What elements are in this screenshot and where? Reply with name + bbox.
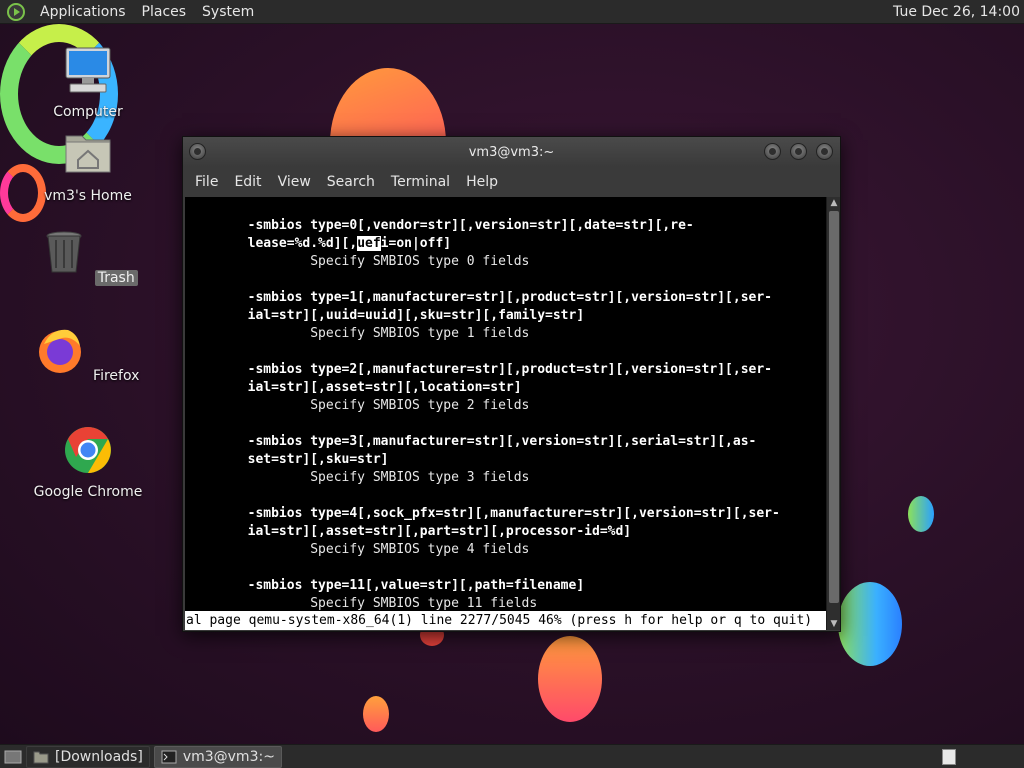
terminal-icon [161,750,177,763]
folder-icon [33,751,49,763]
firefox-icon [38,329,81,373]
terminal-line: Specify SMBIOS type 11 fields [185,596,538,611]
terminal-line: -smbios type=2[,manufacturer=str][,produ… [185,362,772,377]
menu-help[interactable]: Help [458,167,506,197]
scrollbar-thumb[interactable] [829,211,839,603]
terminal-output[interactable]: -smbios type=0[,vendor=str][,version=str… [185,197,826,611]
desktop-icon-label: Computer [53,104,123,120]
desktop-icon-label: vm3's Home [44,188,132,204]
terminal-line: Specify SMBIOS type 1 fields [185,326,530,341]
workspace-switcher[interactable] [942,748,956,765]
desktop-icon-home[interactable]: vm3's Home [28,128,148,204]
close-button[interactable] [816,143,833,160]
terminal-scrollbar[interactable]: ▲ ▼ [826,197,840,630]
wallpaper-blob [838,582,902,666]
terminal-line: -smbios type=3[,manufacturer=str][,versi… [185,434,757,449]
pager-status-line: al page qemu-system-x86_64(1) line 2277/… [185,611,826,630]
terminal-text: -smbios type=0[,vendor=str][,version=str… [185,197,826,611]
menu-edit[interactable]: Edit [226,167,269,197]
trash-icon [46,231,82,273]
search-match-highlight: uef [357,236,381,251]
scroll-up-arrow-icon[interactable]: ▲ [829,198,839,208]
terminal-line: -smbios type=11[,value=str][,path=filena… [185,578,585,593]
menu-terminal[interactable]: Terminal [383,167,458,197]
minimize-button[interactable] [764,143,781,160]
desktop-icon-label: Trash [94,270,138,286]
terminal-line: Specify SMBIOS type 2 fields [185,398,530,413]
computer-icon [65,47,111,93]
places-menu[interactable]: Places [134,0,195,24]
scroll-down-arrow-icon[interactable]: ▼ [829,619,839,629]
terminal-line: Specify SMBIOS type 3 fields [185,470,530,485]
terminal-menubar: File Edit View Search Terminal Help [183,167,840,197]
maximize-button[interactable] [790,143,807,160]
home-folder-icon [65,135,111,173]
taskbar-item-label: [Downloads] [55,748,143,765]
wallpaper-blob [538,636,602,722]
window-titlebar[interactable]: vm3@vm3:~ [183,137,840,167]
terminal-window[interactable]: vm3@vm3:~ File Edit View Search Terminal… [182,136,841,632]
terminal-line: set=str][,sku=str] [185,452,389,467]
bottom-panel: [Downloads] vm3@vm3:~ [0,744,1024,768]
menu-file[interactable]: File [187,167,226,197]
system-menu[interactable]: System [194,0,262,24]
clock[interactable]: Tue Dec 26, 14:00 [893,4,1024,20]
terminal-line: -smbios type=4[,sock_pfx=str][,manufactu… [185,506,780,521]
desktop-icon-label: Firefox [93,368,140,384]
desktop-icon-label: Google Chrome [33,484,143,500]
terminal-line: ial=str][,asset=str][,location=str] [185,380,522,395]
top-panel: Applications Places System Tue Dec 26, 1… [0,0,1024,24]
menu-search[interactable]: Search [319,167,383,197]
terminal-line: lease=%d.%d][,uefi=on|off] [185,236,452,251]
terminal-line: -smbios type=0[,vendor=str][,version=str… [185,218,694,233]
taskbar-item-downloads[interactable]: [Downloads] [26,745,150,768]
wallpaper-blob [908,496,934,532]
desktop-icon-computer[interactable]: Computer [28,44,148,120]
taskbar-item-label: vm3@vm3:~ [182,748,275,765]
wallpaper-blob [363,696,389,732]
terminal-line: ial=str][,uuid=uuid][,sku=str][,family=s… [185,308,585,323]
applications-menu[interactable]: Applications [32,0,134,24]
desktop-icon-chrome[interactable]: Google Chrome [28,424,148,500]
taskbar-item-terminal[interactable]: vm3@vm3:~ [153,745,282,768]
window-title: vm3@vm3:~ [468,144,555,160]
terminal-line: -smbios type=1[,manufacturer=str][,produ… [185,290,772,305]
show-desktop-icon[interactable] [4,749,22,765]
chrome-icon [65,427,111,473]
desktop-icon-trash[interactable]: Trash [28,226,148,286]
terminal-line: Specify SMBIOS type 0 fields [185,254,530,269]
terminal-line: ial=str][,asset=str][,part=str][,process… [185,524,632,539]
menu-view[interactable]: View [270,167,319,197]
desktop-icon-firefox[interactable]: Firefox [28,324,148,384]
window-menu-button[interactable] [189,143,206,160]
terminal-line: Specify SMBIOS type 4 fields [185,542,530,557]
applications-menu-icon[interactable] [6,2,26,22]
